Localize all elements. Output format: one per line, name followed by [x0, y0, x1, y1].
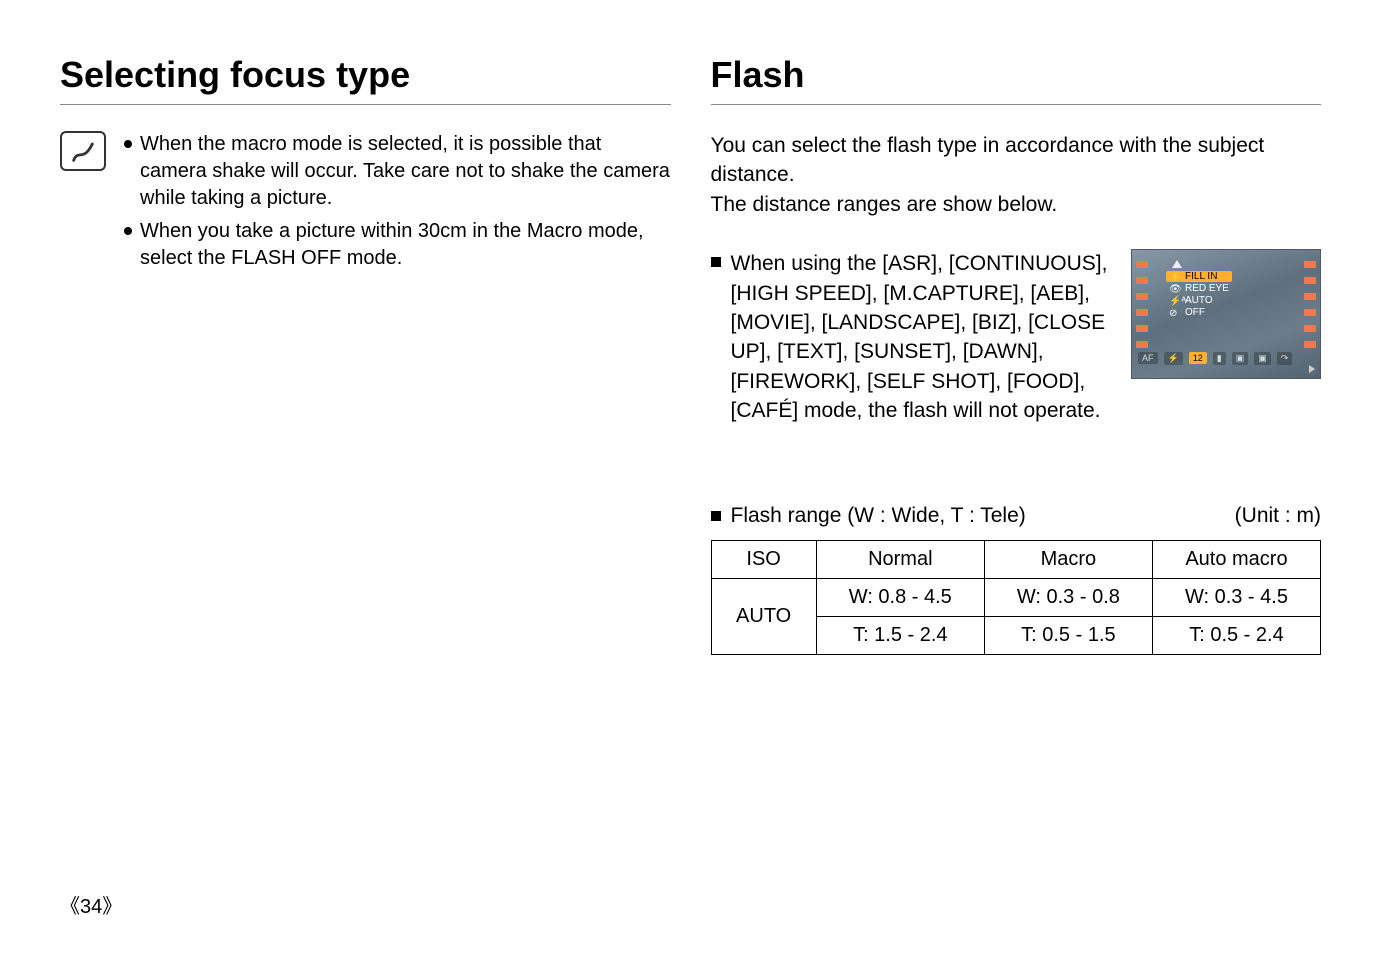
heading-flash: Flash [711, 54, 1322, 96]
camera-status-bar: AF ⚡ 12 ▮ ▣ ▣ ↷ [1132, 350, 1320, 366]
flash-auto-icon: ⚡ᴬ [1169, 296, 1179, 306]
film-strip-icon [1304, 256, 1316, 352]
table-header: Auto macro [1152, 540, 1320, 578]
flash-range-label: Flash range (W : Wide, T : Tele) [731, 504, 1026, 528]
page-number: 《34》 [60, 890, 122, 920]
flash-menu: ⚡ FILL IN 👁 RED EYE ⚡ᴬ AUTO ⊘ OFF [1166, 260, 1232, 319]
film-strip-icon [1136, 256, 1148, 352]
flash-range-unit: (Unit : m) [1235, 504, 1321, 528]
page-number-value: 34 [80, 896, 102, 918]
left-column: Selecting focus type When the macro mode… [60, 54, 671, 655]
flash-menu-label: FILL IN [1185, 271, 1217, 282]
flash-off-icon: ⊘ [1169, 308, 1179, 318]
status-shots-remaining: 12 [1189, 352, 1207, 364]
eye-icon: 👁 [1169, 284, 1179, 294]
flash-modes-note: When using the [ASR], [CONTINUOUS], [HIG… [731, 249, 1118, 425]
chevron-left-icon: 《 [60, 897, 80, 920]
table-header-row: ISO Normal Macro Auto macro [711, 540, 1321, 578]
flash-menu-label: RED EYE [1185, 283, 1229, 294]
flash-bolt-icon: ⚡ [1169, 272, 1179, 282]
table-cell: T: 0.5 - 1.5 [984, 616, 1152, 654]
heading-rule [711, 104, 1322, 105]
note-bullet: When the macro mode is selected, it is p… [124, 131, 671, 212]
table-cell: T: 1.5 - 2.4 [816, 616, 984, 654]
table-cell: W: 0.8 - 4.5 [816, 578, 984, 616]
table-cell-iso: AUTO [711, 578, 816, 654]
table-cell: W: 0.3 - 0.8 [984, 578, 1152, 616]
flash-intro-line: The distance ranges are show below. [711, 193, 1058, 216]
flash-menu-item-off: ⊘ OFF [1166, 307, 1232, 318]
timer-icon: ↷ [1277, 352, 1293, 365]
note-bullet-list: When the macro mode is selected, it is p… [124, 131, 671, 278]
note-bullet: When you take a picture within 30cm in t… [124, 218, 671, 272]
battery-icon: ▮ [1213, 352, 1226, 365]
square-bullet-icon [711, 511, 721, 521]
table-header: Normal [816, 540, 984, 578]
flash-menu-label: AUTO [1185, 295, 1213, 306]
bullet-dot-icon [124, 140, 132, 148]
bullet-dot-icon [124, 227, 132, 235]
right-column: Flash You can select the flash type in a… [711, 54, 1322, 655]
flash-menu-item-fill-in: ⚡ FILL IN [1166, 271, 1232, 282]
table-header: Macro [984, 540, 1152, 578]
flash-menu-item-auto: ⚡ᴬ AUTO [1166, 295, 1232, 306]
table-header: ISO [711, 540, 816, 578]
camera-lcd-preview: ⚡ FILL IN 👁 RED EYE ⚡ᴬ AUTO ⊘ OFF [1131, 249, 1321, 379]
table-cell: T: 0.5 - 2.4 [1152, 616, 1320, 654]
note-bullet-text: When you take a picture within 30cm in t… [140, 218, 671, 272]
flash-menu-label: OFF [1185, 307, 1205, 318]
chevron-right-icon: 》 [102, 897, 122, 920]
chevron-up-icon [1172, 260, 1182, 268]
heading-selecting-focus-type: Selecting focus type [60, 54, 671, 96]
flash-range-table: ISO Normal Macro Auto macro AUTO W: 0.8 … [711, 540, 1322, 655]
note-bullet-text: When the macro mode is selected, it is p… [140, 131, 671, 212]
flash-intro: You can select the flash type in accorda… [711, 131, 1322, 219]
flash-menu-item-red-eye: 👁 RED EYE [1166, 283, 1232, 294]
flash-bolt-icon: ⚡ [1164, 352, 1183, 365]
heading-rule [60, 104, 671, 105]
square-bullet-icon [711, 257, 721, 267]
card-icon: ▣ [1232, 352, 1249, 365]
table-row: AUTO W: 0.8 - 4.5 W: 0.3 - 0.8 W: 0.3 - … [711, 578, 1321, 616]
table-cell: W: 0.3 - 4.5 [1152, 578, 1320, 616]
status-af: AF [1138, 352, 1158, 364]
note-icon [60, 131, 106, 171]
quality-icon: ▣ [1254, 352, 1271, 365]
flash-intro-line: You can select the flash type in accorda… [711, 134, 1265, 186]
